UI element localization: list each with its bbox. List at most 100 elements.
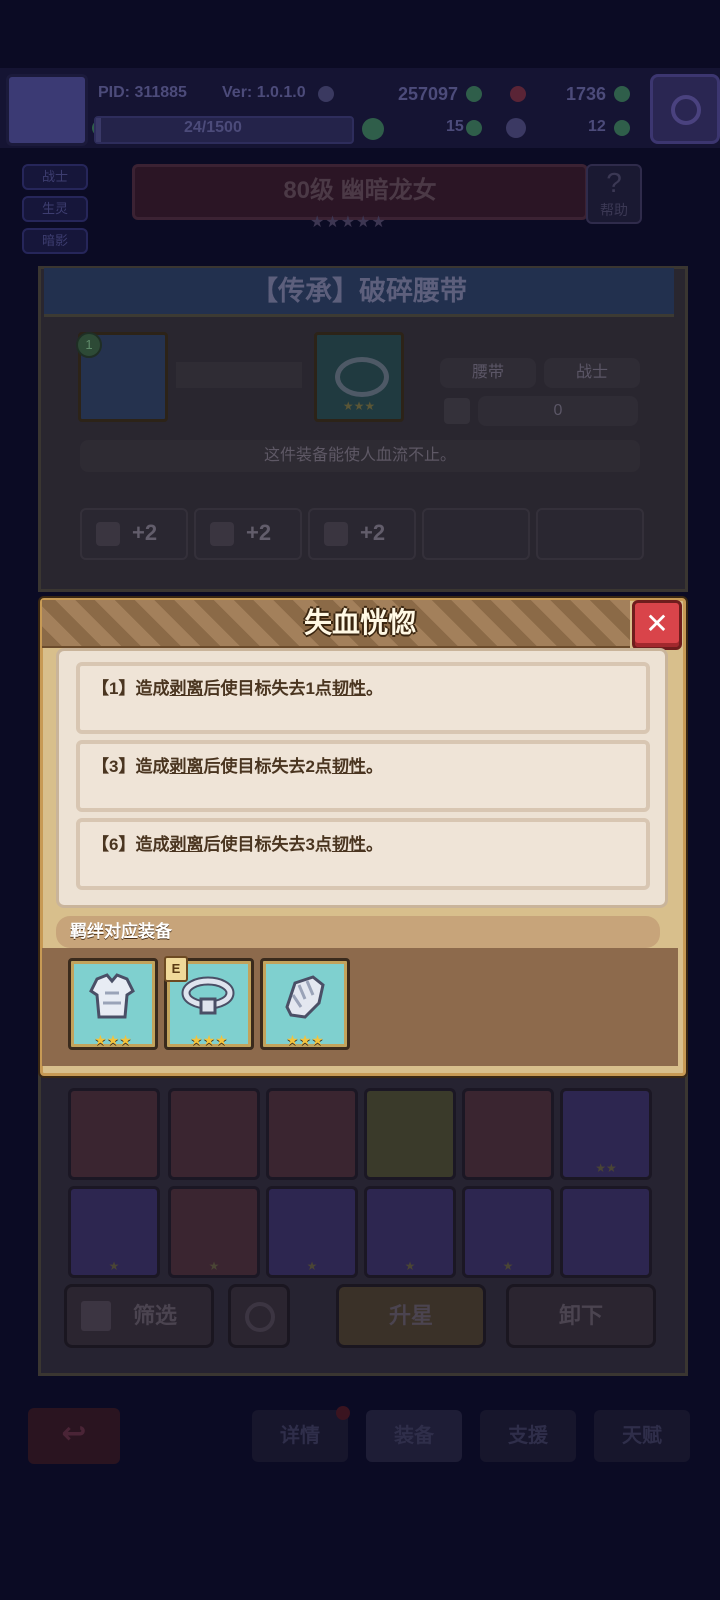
- effect-text: 后使目标失去1点: [203, 679, 332, 698]
- bond-header: 羁绊对应装备: [56, 916, 660, 948]
- settings-dot-icon: [318, 86, 334, 102]
- effect-text: 【1】造成: [92, 679, 170, 698]
- equipment-type: 腰带: [440, 358, 536, 388]
- inventory-belt-3[interactable]: [266, 1088, 358, 1180]
- effect-text: 后使目标失去3点: [203, 835, 332, 854]
- keyword-link[interactable]: 韧性: [332, 757, 366, 776]
- inventory-belt-2[interactable]: [168, 1088, 260, 1180]
- effect-text: 。: [365, 679, 383, 698]
- keyword-link[interactable]: 剥离: [169, 679, 203, 698]
- back-button[interactable]: ↩: [28, 1408, 120, 1464]
- upgrade-star-button[interactable]: 升星: [336, 1284, 486, 1348]
- inventory-belt-10[interactable]: ★: [364, 1186, 456, 1278]
- gear-icon: [671, 95, 701, 125]
- currency-b-count: 12: [588, 118, 606, 135]
- transfer-arrow: [176, 362, 302, 388]
- filter-button[interactable]: 筛选: [64, 1284, 214, 1348]
- inventory-grid: ★★ ★ ★ ★ ★ ★: [64, 1078, 664, 1278]
- puzzle-icon: [362, 118, 384, 140]
- bond-item-stars: ★★★: [190, 1032, 228, 1048]
- filter-label: 筛选: [133, 1303, 178, 1328]
- equipment-class: 战士: [544, 358, 640, 388]
- equipment-icon-slot[interactable]: ★★★: [314, 332, 404, 422]
- inventory-belt-11[interactable]: ★: [462, 1186, 554, 1278]
- keyword-link[interactable]: 剥离: [169, 757, 203, 776]
- effect-text: 。: [365, 835, 383, 854]
- effect-text: 后使目标失去2点: [203, 757, 332, 776]
- refresh-icon: [245, 1302, 275, 1332]
- tag-element: 暗影: [22, 228, 88, 254]
- stat-defense-value: +2: [246, 520, 272, 545]
- refresh-button[interactable]: [228, 1284, 290, 1348]
- equipment-description: 这件装备能使人血流不止。: [80, 440, 640, 472]
- inventory-stars: ★: [208, 1259, 220, 1273]
- tab-equipment[interactable]: 装备: [366, 1410, 462, 1462]
- keyword-link[interactable]: 剥离: [169, 835, 203, 854]
- bond-item-gauntlet[interactable]: ★★★: [260, 958, 350, 1050]
- unequip-button[interactable]: 卸下: [506, 1284, 656, 1348]
- equipment-title: 【传承】破碎腰带: [44, 268, 674, 317]
- crystal-icon: [324, 522, 348, 546]
- power-icon: [444, 398, 470, 424]
- effect-text: 。: [365, 757, 383, 776]
- keyword-link[interactable]: 韧性: [332, 679, 366, 698]
- level-badge: 1: [76, 332, 102, 358]
- inventory-belt-1[interactable]: [68, 1088, 160, 1180]
- stat-empty-1: [422, 508, 530, 560]
- tab-support[interactable]: 支援: [480, 1410, 576, 1462]
- version-label: Ver: 1.0.1.0: [222, 84, 306, 101]
- bond-item-armor[interactable]: ★★★: [68, 958, 158, 1050]
- attack-icon: [96, 522, 120, 546]
- stat-attack-value: +2: [132, 520, 158, 545]
- player-id: PID: 311885: [98, 84, 187, 101]
- stat-attack: +2: [80, 508, 188, 560]
- effect-tier-3: 【3】造成剥离后使目标失去2点韧性。: [76, 740, 650, 812]
- settings-button[interactable]: [650, 74, 720, 144]
- inventory-belt-12[interactable]: [560, 1186, 652, 1278]
- close-button[interactable]: ✕: [632, 600, 682, 650]
- inventory-belt-5[interactable]: [462, 1088, 554, 1180]
- tag-class: 战士: [22, 164, 88, 190]
- inventory-stars: ★: [306, 1259, 318, 1273]
- stat-defense: +2: [194, 508, 302, 560]
- bond-item-stars: ★★★: [94, 1032, 132, 1048]
- help-button[interactable]: ? 帮助: [586, 164, 642, 224]
- bond-label: 羁绊对应装备: [70, 922, 172, 941]
- tag-race: 生灵: [22, 196, 88, 222]
- armor-icon: [89, 973, 135, 1019]
- hammer-icon: [506, 118, 526, 138]
- effect-text: 【6】造成: [92, 835, 170, 854]
- gem-plus-icon[interactable]: [614, 86, 630, 102]
- stat-magic-value: +2: [360, 520, 386, 545]
- inventory-stars: ★: [502, 1259, 514, 1273]
- currency-b-plus-icon[interactable]: [614, 120, 630, 136]
- inventory-belt-7[interactable]: ★: [68, 1186, 160, 1278]
- bond-item-stars: ★★★: [286, 1032, 324, 1048]
- grid-icon: [81, 1301, 111, 1331]
- gem-count: 1736: [566, 84, 607, 104]
- tab-details[interactable]: 详情: [252, 1410, 348, 1462]
- inventory-belt-6[interactable]: ★★: [560, 1088, 652, 1180]
- inventory-stars: ★★: [595, 1161, 617, 1175]
- book-icon: [210, 522, 234, 546]
- stat-empty-2: [536, 508, 644, 560]
- inventory-stars: ★: [404, 1259, 416, 1273]
- keyword-link[interactable]: 韧性: [332, 835, 366, 854]
- gem-icon: [510, 86, 526, 102]
- close-icon: ✕: [645, 608, 669, 639]
- player-avatar[interactable]: [6, 74, 88, 146]
- inventory-belt-4[interactable]: [364, 1088, 456, 1180]
- inventory-belt-9[interactable]: ★: [266, 1186, 358, 1278]
- gold-count: 257097: [398, 84, 459, 104]
- popup-title: 失血恍惚: [303, 607, 416, 638]
- gauntlet-icon: [285, 975, 325, 1019]
- inventory-belt-8[interactable]: ★: [168, 1186, 260, 1278]
- equipment-stars: ★★★: [342, 399, 376, 413]
- question-icon: ?: [606, 167, 622, 198]
- equipment-power: 0: [478, 396, 638, 426]
- tab-talent[interactable]: 天赋: [594, 1410, 690, 1462]
- stat-magic: +2: [308, 508, 416, 560]
- currency-a-plus-icon[interactable]: [466, 120, 482, 136]
- exp-text: 24/1500: [184, 119, 242, 136]
- equipped-badge: E: [164, 956, 188, 982]
